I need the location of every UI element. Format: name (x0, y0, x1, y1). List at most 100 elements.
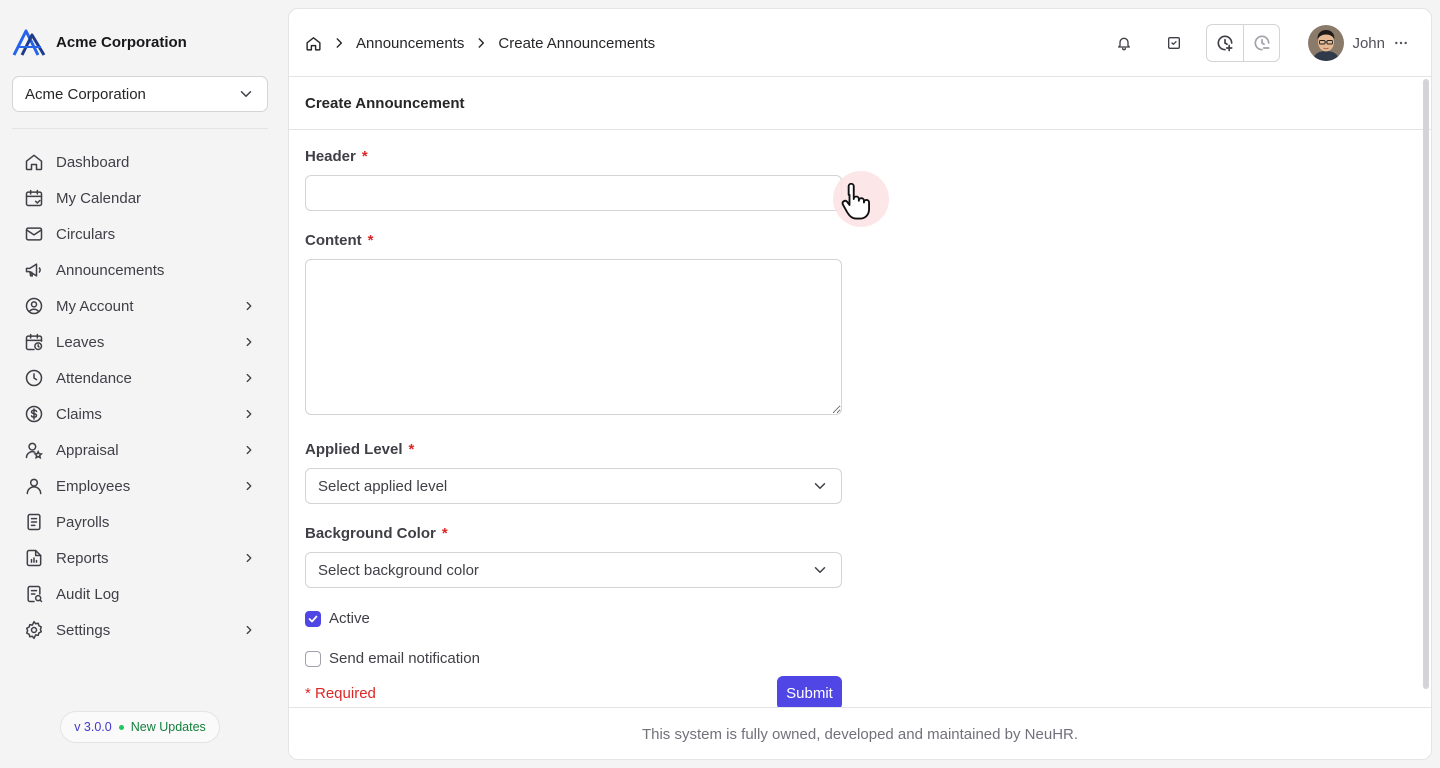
sidebar-item-label: Circulars (56, 225, 116, 243)
clock-icon (25, 369, 43, 387)
active-label: Active (329, 610, 370, 627)
background-color-label-text: Background Color (305, 525, 436, 542)
header-input[interactable] (305, 175, 842, 211)
header-label-text: Header (305, 148, 356, 165)
applied-level-label-text: Applied Level (305, 441, 403, 458)
background-color-select[interactable]: Select background color (305, 552, 842, 588)
sidebar-item-label: Settings (56, 621, 111, 639)
required-asterisk: * (367, 232, 374, 249)
required-note: * Required (305, 685, 376, 702)
footer-text: This system is fully owned, developed an… (641, 726, 1079, 743)
sidebar-item-label: Audit Log (56, 585, 120, 603)
avatar[interactable] (1308, 25, 1345, 61)
mail-icon (25, 227, 43, 241)
receipt-icon (27, 513, 41, 531)
clock-out-button[interactable] (1243, 25, 1279, 61)
background-color-label: Background Color * (305, 525, 448, 542)
chevron-right-icon (478, 38, 485, 48)
sidebar-item-label: Attendance (56, 369, 132, 387)
user-star-icon (25, 442, 43, 460)
chevron-right-icon (246, 337, 252, 347)
chevron-down-icon (240, 91, 252, 97)
sidebar-item-label: Payrolls (56, 513, 110, 531)
chevron-down-icon (814, 567, 826, 573)
bell-icon (1118, 37, 1131, 51)
audit-icon (27, 585, 43, 603)
sidebar-item-my-calendar[interactable]: My Calendar (12, 180, 268, 216)
chevron-right-icon (246, 553, 252, 563)
sidebar-item-payrolls[interactable]: Payrolls (12, 504, 268, 540)
home-icon (25, 154, 43, 171)
brand-name: Acme Corporation (56, 33, 187, 51)
content-textarea[interactable] (305, 259, 842, 415)
sidebar-item-settings[interactable]: Settings (12, 612, 268, 648)
header-label: Header * (305, 148, 368, 165)
required-asterisk: * (408, 441, 415, 458)
scrollbar[interactable] (1423, 79, 1429, 689)
chevron-right-icon (336, 38, 343, 48)
sidebar-item-claims[interactable]: Claims (12, 396, 268, 432)
sidebar-divider (12, 128, 268, 129)
required-asterisk: * (441, 525, 448, 542)
sidebar: Acme Corporation Acme Corporation Dashbo… (0, 0, 280, 768)
chevron-right-icon (246, 445, 252, 455)
clock-in-button[interactable] (1207, 25, 1243, 61)
top-bar: Announcements Create Announcements John (289, 9, 1431, 77)
sidebar-item-label: Leaves (56, 333, 105, 351)
sidebar-item-attendance[interactable]: Attendance (12, 360, 268, 396)
email-notification-checkbox[interactable] (305, 650, 321, 667)
active-checkbox-row[interactable]: Active (305, 610, 370, 627)
main-panel: Announcements Create Announcements John … (288, 8, 1432, 760)
acme-logo-icon (12, 29, 46, 56)
applied-level-label: Applied Level * (305, 441, 414, 458)
email-notification-label: Send email notification (329, 650, 480, 667)
checkbox-icon (1168, 37, 1181, 49)
clock-in-icon (1217, 35, 1233, 52)
organization-select[interactable]: Acme Corporation (12, 76, 268, 112)
sidebar-item-leaves[interactable]: Leaves (12, 324, 268, 360)
sidebar-item-employees[interactable]: Employees (12, 468, 268, 504)
applied-level-select[interactable]: Select applied level (305, 468, 842, 504)
chevron-right-icon (246, 625, 252, 635)
notifications-button[interactable] (1106, 25, 1142, 61)
breadcrumb: Announcements Create Announcements (305, 33, 655, 53)
sidebar-item-announcements[interactable]: Announcements (12, 252, 268, 288)
page-title: Create Announcement (305, 95, 465, 112)
footer: This system is fully owned, developed an… (289, 707, 1431, 759)
active-checkbox[interactable] (305, 610, 321, 627)
megaphone-icon (25, 263, 41, 277)
sidebar-item-reports[interactable]: Reports (12, 540, 268, 576)
report-icon (26, 549, 42, 567)
clock-in-out-group (1206, 24, 1281, 62)
dollar-circle-icon (25, 405, 43, 423)
home-icon[interactable] (305, 35, 322, 52)
breadcrumb-announcements[interactable]: Announcements (356, 35, 464, 52)
submit-button[interactable]: Submit (777, 676, 842, 710)
email-notification-row[interactable]: Send email notification (305, 650, 480, 667)
sidebar-item-label: Appraisal (56, 441, 119, 459)
user-icon (26, 478, 42, 495)
calendar-icon (25, 189, 43, 207)
sidebar-item-appraisal[interactable]: Appraisal (12, 432, 268, 468)
more-horizontal-icon[interactable] (1393, 35, 1409, 51)
sidebar-item-my-account[interactable]: My Account (12, 288, 268, 324)
sidebar-item-label: My Calendar (56, 189, 142, 207)
required-asterisk: * (361, 148, 368, 165)
sidebar-item-label: Claims (56, 405, 102, 423)
version-badge[interactable]: v 3.0.0 New Updates (60, 711, 220, 743)
user-name[interactable]: John (1352, 35, 1385, 52)
tasks-button[interactable] (1156, 25, 1192, 61)
content-label: Content * (305, 232, 374, 249)
content-label-text: Content (305, 232, 362, 249)
top-actions: John (1106, 24, 1409, 62)
status-dot (118, 724, 124, 730)
calendar-clock-icon (25, 333, 43, 351)
chevron-right-icon (246, 481, 252, 491)
brand[interactable]: Acme Corporation (12, 27, 187, 57)
sidebar-item-label: Reports (56, 549, 109, 567)
sidebar-item-circulars[interactable]: Circulars (12, 216, 268, 252)
sidebar-item-audit-log[interactable]: Audit Log (12, 576, 268, 612)
version-number: v 3.0.0 (74, 720, 112, 734)
check-icon (308, 615, 318, 622)
sidebar-item-dashboard[interactable]: Dashboard (12, 144, 268, 180)
